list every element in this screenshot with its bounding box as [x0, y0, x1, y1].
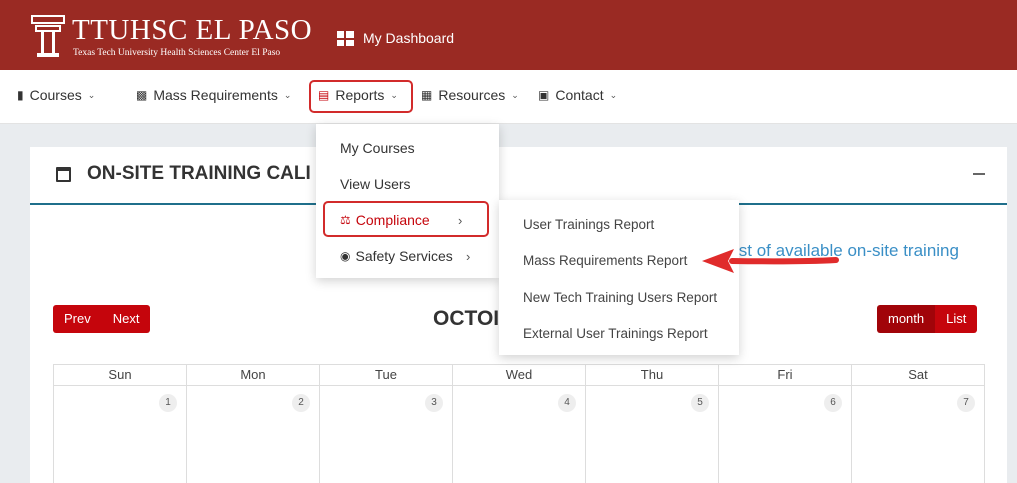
prev-button[interactable]: Prev	[53, 305, 102, 333]
shield-icon: ◉	[340, 249, 351, 263]
chevron-down-icon: ⌄	[609, 89, 618, 100]
weekday-thu: Thu	[586, 365, 719, 385]
main-navbar: ▮ Courses ⌄ ▩ Mass Requirements ⌄ ▤ Repo…	[0, 70, 1017, 124]
chevron-right-icon: ›	[466, 248, 471, 264]
nav-resources-label: Resources	[438, 87, 506, 103]
weekday-wed: Wed	[453, 365, 586, 385]
menu-item-view-users[interactable]: View Users	[340, 176, 411, 192]
my-dashboard-link[interactable]: My Dashboard	[337, 30, 454, 46]
clipboard-icon: ▩	[136, 88, 148, 102]
calendar-day-cell[interactable]: 1	[54, 386, 187, 483]
next-button[interactable]: Next	[101, 305, 151, 333]
calendar-day-cell[interactable]: 2	[187, 386, 320, 483]
my-dashboard-label: My Dashboard	[363, 30, 455, 46]
menu-item-user-trainings-report[interactable]: User Trainings Report	[523, 217, 654, 232]
nav-mass-requirements[interactable]: ▩ Mass Requirements ⌄	[136, 87, 291, 103]
nav-contact[interactable]: ▣ Contact ⌄	[538, 87, 617, 103]
weekday-mon: Mon	[187, 365, 320, 385]
nav-contact-label: Contact	[555, 87, 604, 103]
weekday-sat: Sat	[908, 367, 928, 382]
weekday-sun: Sun	[54, 365, 187, 385]
chevron-down-icon: ⌄	[87, 89, 96, 100]
bookmark-icon: ▮	[17, 88, 24, 102]
view-toggle-group: month List	[877, 305, 978, 333]
calendar-day-cell[interactable]: 6	[719, 386, 852, 483]
card-title-text: ON-SITE TRAINING CALI	[87, 163, 311, 184]
calendar-day-cell[interactable]: 3	[320, 386, 453, 483]
compliance-submenu: User Trainings Report Mass Requirements …	[499, 200, 739, 355]
calendar-day-cell[interactable]: 5	[586, 386, 719, 483]
brand-subtitle: Texas Tech University Health Sciences Ce…	[73, 48, 281, 58]
day-number[interactable]: 6	[824, 394, 842, 412]
reports-highlight-box	[309, 80, 413, 113]
chevron-down-icon: ⌄	[511, 89, 519, 100]
month-view-button[interactable]: month	[877, 305, 936, 333]
top-header-bar: TTUHSC EL PASO Texas Tech University Hea…	[0, 0, 1017, 70]
menu-item-safety-services[interactable]: ◉ Safety Services ›	[340, 248, 470, 264]
list-view-button[interactable]: List	[935, 305, 978, 333]
day-number[interactable]: 2	[292, 394, 310, 412]
menu-item-mass-requirements-report[interactable]: Mass Requirements Report	[523, 253, 687, 268]
card-title: ON-SITE TRAINING CALI	[56, 163, 311, 185]
calendar-icon	[56, 166, 71, 182]
day-number[interactable]: 4	[558, 394, 576, 412]
minimize-icon[interactable]	[973, 173, 985, 175]
compliance-highlight-box	[323, 201, 489, 237]
dashboard-icon	[337, 30, 354, 46]
book-reader-icon: ▦	[421, 88, 433, 102]
prev-next-group: Prev Next	[53, 305, 151, 333]
contact-card-icon: ▣	[538, 88, 550, 102]
menu-item-my-courses[interactable]: My Courses	[340, 140, 415, 156]
weekday-tue: Tue	[320, 365, 453, 385]
nav-mass-requirements-label: Mass Requirements	[153, 87, 278, 103]
nav-courses[interactable]: ▮ Courses ⌄	[17, 87, 95, 103]
weekday-fri: Fri	[719, 365, 852, 385]
day-number[interactable]: 7	[957, 394, 975, 412]
calendar-weekday-header: Sun Mon Tue Wed Thu Fri Sat	[53, 364, 985, 386]
nav-courses-label: Courses	[29, 87, 82, 103]
chevron-down-icon: ⌄	[283, 89, 292, 100]
menu-item-new-tech-training-users-report[interactable]: New Tech Training Users Report	[523, 290, 717, 305]
day-number[interactable]: 3	[425, 394, 443, 412]
brand-title[interactable]: TTUHSC EL PASO	[72, 15, 312, 45]
card-header: ON-SITE TRAINING CALI	[30, 147, 1007, 205]
nav-resources[interactable]: ▦ Resources ⌄	[421, 87, 519, 103]
double-t-logo-icon[interactable]	[30, 14, 66, 58]
calendar-week-row: 1 2 3 4 5 6 7	[53, 386, 985, 483]
menu-item-external-user-trainings-report[interactable]: External User Trainings Report	[523, 326, 708, 341]
calendar-day-cell[interactable]: 7	[852, 386, 985, 483]
day-number[interactable]: 1	[159, 394, 177, 412]
calendar-day-cell[interactable]: 4	[453, 386, 586, 483]
day-number[interactable]: 5	[691, 394, 709, 412]
annotation-arrow-icon	[702, 249, 839, 273]
month-title: OCTOI	[433, 307, 500, 330]
safety-services-label: Safety Services	[355, 248, 453, 264]
